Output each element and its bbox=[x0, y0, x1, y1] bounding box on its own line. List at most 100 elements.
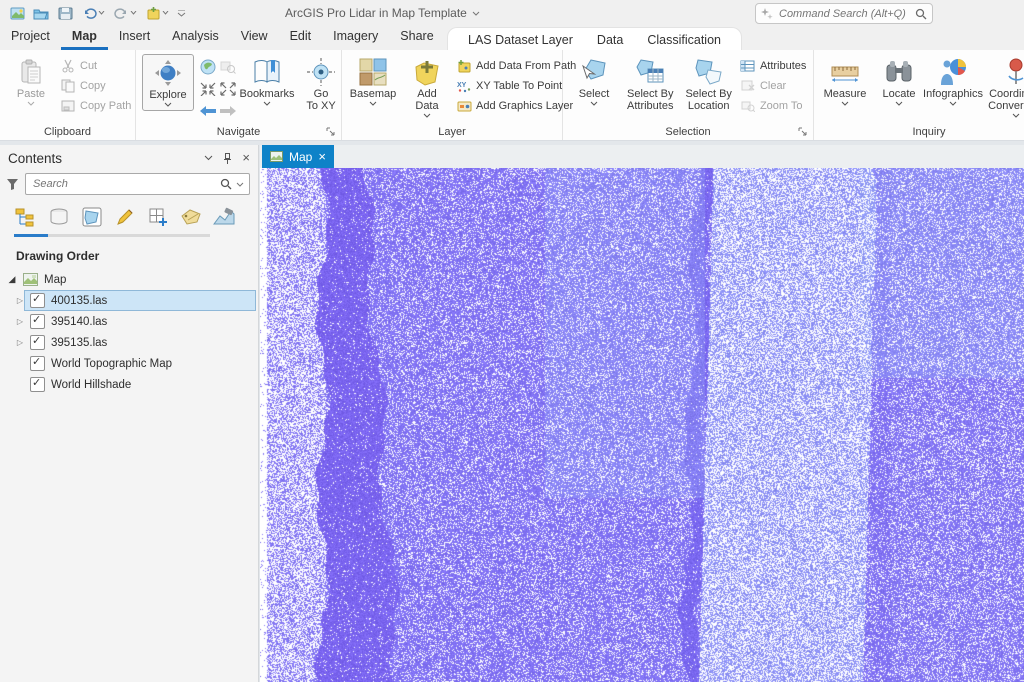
add-item-button[interactable] bbox=[142, 3, 172, 23]
layer-1-checkbox[interactable] bbox=[30, 313, 45, 329]
list-by-editing-button[interactable] bbox=[113, 205, 137, 229]
measure-dropdown[interactable] bbox=[841, 101, 849, 106]
list-by-snapping-button[interactable] bbox=[179, 205, 203, 229]
undo-button[interactable] bbox=[78, 3, 108, 23]
copy-button[interactable]: Copy bbox=[60, 78, 131, 94]
copy-path-label: Copy Path bbox=[80, 100, 132, 112]
list-by-data-source-button[interactable] bbox=[47, 205, 71, 229]
tab-imagery[interactable]: Imagery bbox=[322, 26, 389, 50]
locate-button[interactable]: Locate bbox=[874, 54, 924, 109]
contents-search-box[interactable] bbox=[25, 173, 250, 195]
expand-arrow-icon[interactable]: ▷ bbox=[14, 296, 26, 305]
next-extent-button[interactable] bbox=[219, 105, 237, 117]
bookmarks-dropdown[interactable] bbox=[263, 101, 271, 106]
paste-dropdown[interactable] bbox=[27, 101, 35, 106]
redo-dropdown[interactable] bbox=[130, 11, 137, 15]
select-by-location-button[interactable]: Select By Location bbox=[681, 54, 735, 115]
map-canvas[interactable] bbox=[260, 168, 1024, 682]
zoom-to-selection-button[interactable] bbox=[220, 59, 236, 75]
tab-classification[interactable]: Classification bbox=[635, 31, 733, 49]
add-data-button[interactable]: Add Data bbox=[402, 54, 452, 121]
list-by-selection-button[interactable] bbox=[80, 205, 104, 229]
fixed-zoom-out-button[interactable] bbox=[220, 82, 236, 96]
tab-analysis[interactable]: Analysis bbox=[161, 26, 230, 50]
paste-button[interactable]: Paste bbox=[6, 54, 56, 109]
layer-2-checkbox[interactable] bbox=[30, 334, 45, 350]
tree-item-layer-3[interactable]: World Topographic Map bbox=[0, 353, 258, 374]
add-data-from-path-button[interactable]: Add Data From Path bbox=[456, 58, 576, 74]
add-data-dropdown[interactable] bbox=[423, 113, 431, 118]
new-project-button[interactable] bbox=[6, 3, 28, 23]
expand-arrow-icon[interactable]: ▷ bbox=[14, 338, 26, 347]
list-by-drawing-order-button[interactable] bbox=[14, 205, 38, 229]
contents-search-input[interactable] bbox=[31, 177, 216, 191]
selection-launcher-icon[interactable] bbox=[798, 127, 808, 137]
contents-search-icon[interactable] bbox=[220, 178, 232, 190]
bookmarks-button[interactable]: Bookmarks bbox=[239, 54, 295, 109]
clear-button[interactable]: Clear bbox=[740, 78, 806, 94]
expand-arrow-icon[interactable]: ▷ bbox=[14, 317, 26, 326]
tab-project[interactable]: Project bbox=[0, 26, 61, 50]
layer-3-checkbox[interactable] bbox=[30, 355, 45, 371]
app-title-dropdown[interactable] bbox=[472, 11, 480, 16]
save-project-button[interactable] bbox=[54, 3, 76, 23]
measure-button[interactable]: Measure bbox=[820, 54, 870, 109]
zoom-to-button[interactable]: Zoom To bbox=[740, 98, 806, 114]
explore-dropdown[interactable] bbox=[164, 102, 172, 107]
tab-edit[interactable]: Edit bbox=[279, 26, 323, 50]
tab-las-dataset-layer[interactable]: LAS Dataset Layer bbox=[456, 31, 585, 49]
basemap-dropdown[interactable] bbox=[369, 101, 377, 106]
open-project-button[interactable] bbox=[30, 3, 52, 23]
tree-item-layer-4[interactable]: World Hillshade bbox=[0, 374, 258, 395]
select-by-attributes-button[interactable]: Select By Attributes bbox=[623, 54, 677, 115]
map-document-tab[interactable]: Map × bbox=[262, 145, 334, 168]
tab-data[interactable]: Data bbox=[585, 31, 635, 49]
locate-dropdown[interactable] bbox=[895, 101, 903, 106]
add-item-dropdown[interactable] bbox=[162, 11, 169, 15]
tab-view[interactable]: View bbox=[230, 26, 279, 50]
tree-item-layer-0[interactable]: ▷ 400135.las bbox=[0, 290, 258, 311]
explore-button[interactable]: Explore bbox=[142, 54, 194, 111]
attributes-button[interactable]: Attributes bbox=[740, 58, 806, 74]
select-dropdown[interactable] bbox=[590, 101, 598, 106]
cut-button[interactable]: Cut bbox=[60, 58, 131, 74]
infographics-dropdown[interactable] bbox=[949, 101, 957, 106]
funnel-icon[interactable] bbox=[6, 178, 19, 191]
coordinate-conversion-button[interactable]: Coordinate Conversion bbox=[982, 54, 1024, 121]
pin-icon[interactable] bbox=[223, 152, 232, 164]
add-graphics-layer-button[interactable]: Add Graphics Layer bbox=[456, 98, 576, 114]
infographics-button[interactable]: Infographics bbox=[923, 54, 983, 109]
full-extent-button[interactable] bbox=[200, 59, 216, 75]
list-by-labeling-button[interactable] bbox=[146, 205, 170, 229]
previous-extent-button[interactable] bbox=[199, 105, 217, 117]
redo-button[interactable] bbox=[110, 3, 140, 23]
tab-insert[interactable]: Insert bbox=[108, 26, 161, 50]
layer-0-checkbox[interactable] bbox=[30, 292, 45, 308]
command-search[interactable] bbox=[755, 3, 933, 24]
copy-path-button[interactable]: Copy Path bbox=[60, 98, 131, 114]
coordinate-conversion-dropdown[interactable] bbox=[1012, 113, 1020, 118]
undo-dropdown[interactable] bbox=[98, 11, 105, 15]
basemap-button[interactable]: Basemap bbox=[348, 54, 398, 109]
tree-item-layer-2[interactable]: ▷ 395135.las bbox=[0, 332, 258, 353]
xy-table-to-point-button[interactable]: XY XY Table To Point bbox=[456, 78, 576, 94]
fixed-zoom-in-button[interactable] bbox=[200, 82, 216, 96]
navigate-launcher-icon[interactable] bbox=[326, 127, 336, 137]
go-to-xy-button[interactable]: Go To XY bbox=[296, 54, 346, 115]
command-search-input[interactable] bbox=[777, 6, 911, 21]
map-tab-close-icon[interactable]: × bbox=[318, 150, 326, 163]
customize-qat-button[interactable] bbox=[174, 8, 189, 19]
contents-search-chevron-icon[interactable] bbox=[236, 182, 244, 187]
tree-item-map[interactable]: ◢ Map bbox=[0, 269, 258, 290]
list-by-charts-button[interactable] bbox=[212, 205, 236, 229]
layer-4-checkbox[interactable] bbox=[30, 376, 45, 392]
select-button[interactable]: Select bbox=[569, 54, 619, 109]
tab-map[interactable]: Map bbox=[60, 26, 108, 50]
contents-search-row bbox=[0, 171, 258, 199]
collapse-arrow-icon[interactable]: ◢ bbox=[6, 274, 18, 285]
tree-item-layer-1[interactable]: ▷ 395140.las bbox=[0, 311, 258, 332]
close-panel-icon[interactable]: × bbox=[242, 151, 250, 164]
tab-share[interactable]: Share bbox=[389, 26, 444, 50]
panel-menu-chevron-icon[interactable] bbox=[204, 155, 213, 161]
drawing-order-label: Drawing Order bbox=[16, 249, 100, 263]
